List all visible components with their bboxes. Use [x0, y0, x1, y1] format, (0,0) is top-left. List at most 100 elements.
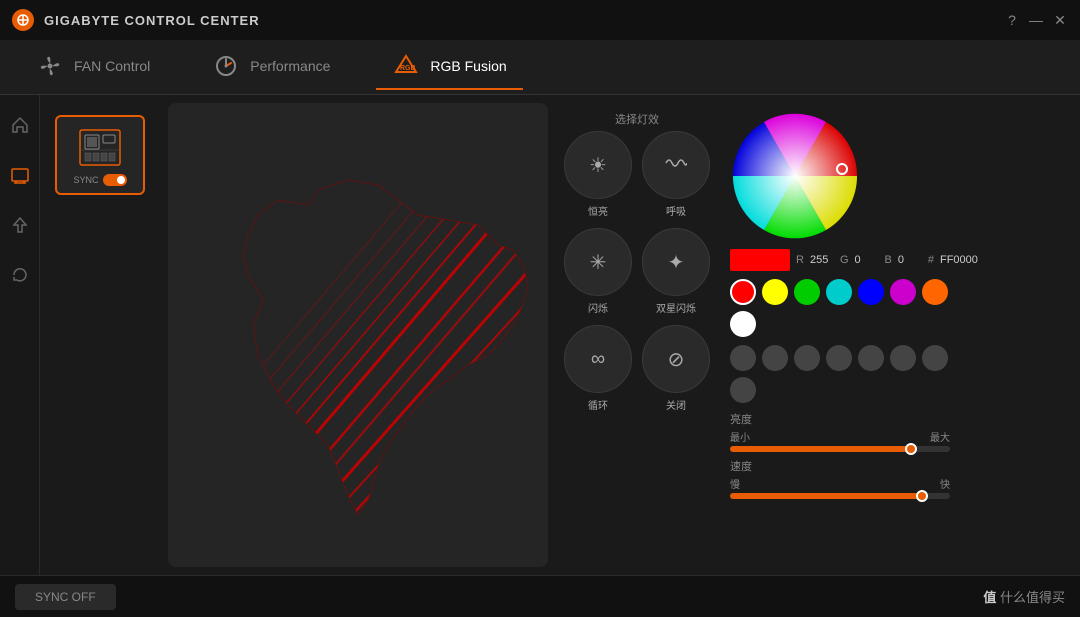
title-bar-controls: ? — ✕: [1004, 12, 1068, 28]
minimize-button[interactable]: —: [1028, 12, 1044, 28]
top-right-section: 选择灯效 ☀ 恒亮: [564, 111, 1060, 499]
sidebar-item-devices[interactable]: [5, 160, 35, 190]
cycle-label: 循环: [588, 397, 608, 412]
bottom-bar: SYNC OFF 值 什么值得买: [0, 575, 1080, 617]
brightness-min-label: 最小: [730, 429, 750, 444]
brightness-label: 亮度: [730, 411, 950, 427]
cycle-icon: ∞: [591, 348, 605, 371]
nav-tabs: FAN Control Performance RGB RGB Fusion: [0, 40, 1080, 95]
effects-column: 选择灯效 ☀ 恒亮: [564, 111, 710, 499]
color-wheel-svg: [730, 111, 860, 241]
rgb-row: R 255 G 0 B 0 # FF0000: [730, 249, 978, 271]
double-flash-icon: ✦: [668, 250, 685, 275]
color-wheel-container[interactable]: [730, 111, 860, 241]
swatch-gray-3[interactable]: [794, 345, 820, 371]
speed-max-label: 快: [940, 476, 950, 491]
effect-btn-flash[interactable]: ✳: [564, 228, 632, 296]
bottom-watermark: 值 什么值得买: [983, 587, 1065, 606]
g-label: G: [840, 254, 849, 266]
swatches-row-1: [730, 279, 950, 337]
brightness-max-label: 最大: [930, 429, 950, 444]
performance-icon: [212, 52, 240, 80]
swatch-gray-1[interactable]: [730, 345, 756, 371]
swatch-red[interactable]: [730, 279, 756, 305]
swatch-gray-6[interactable]: [890, 345, 916, 371]
bottom-brand-text: 什么值得买: [1000, 590, 1065, 605]
swatch-gray-4[interactable]: [826, 345, 852, 371]
preview-panel: [168, 103, 548, 567]
swatch-cyan[interactable]: [826, 279, 852, 305]
speed-min-label: 慢: [730, 476, 740, 491]
motherboard-icon: [75, 125, 125, 170]
constant-icon: ☀: [589, 153, 607, 178]
tab-performance[interactable]: Performance: [196, 44, 346, 90]
effect-btn-breathe[interactable]: [642, 131, 710, 199]
swatch-white[interactable]: [730, 311, 756, 337]
effect-grid: ☀ 恒亮 呼吸: [564, 131, 710, 412]
off-label: 关闭: [666, 397, 686, 412]
device-card-motherboard[interactable]: SYNC: [55, 115, 145, 195]
color-column: R 255 G 0 B 0 # FF0000: [730, 111, 978, 499]
sync-off-button[interactable]: SYNC OFF: [15, 584, 116, 610]
close-button[interactable]: ✕: [1052, 12, 1068, 28]
swatch-gray-5[interactable]: [858, 345, 884, 371]
sync-toggle[interactable]: [103, 174, 127, 186]
hex-label: #: [928, 254, 934, 266]
b-label: B: [885, 254, 892, 266]
title-bar-left: GIGABYTE CONTROL CENTER: [12, 9, 260, 31]
app-logo: [12, 9, 34, 31]
speed-slider-track[interactable]: [730, 493, 950, 499]
effect-btn-constant[interactable]: ☀: [564, 131, 632, 199]
swatch-purple[interactable]: [890, 279, 916, 305]
speed-label-row: 慢 快: [730, 476, 950, 491]
tab-rgb-label: RGB Fusion: [430, 58, 506, 74]
g-value: 0: [855, 254, 879, 266]
r-label: R: [796, 254, 804, 266]
app-title: GIGABYTE CONTROL CENTER: [44, 13, 260, 28]
slider-section: 亮度 最小 最大 速度: [730, 411, 950, 499]
tab-fan-label: FAN Control: [74, 58, 150, 74]
brightness-slider-track[interactable]: [730, 446, 950, 452]
speed-slider-fill: [730, 493, 928, 499]
swatches-row-2: [730, 345, 950, 403]
device-panel: SYNC: [40, 95, 160, 575]
sidebar: [0, 95, 40, 575]
brightness-slider-thumb[interactable]: [905, 443, 917, 455]
help-button[interactable]: ?: [1004, 12, 1020, 28]
tab-fan[interactable]: FAN Control: [20, 44, 166, 90]
effect-btn-cycle[interactable]: ∞: [564, 325, 632, 393]
effect-btn-double-flash[interactable]: ✦: [642, 228, 710, 296]
sidebar-item-refresh[interactable]: [5, 260, 35, 290]
brightness-slider-row: 亮度 最小 最大: [730, 411, 950, 452]
swatch-blue[interactable]: [858, 279, 884, 305]
swatch-gray-2[interactable]: [762, 345, 788, 371]
effect-btn-off[interactable]: ⊘: [642, 325, 710, 393]
double-flash-label: 双星闪烁: [656, 300, 696, 315]
main-layout: SYNC: [0, 95, 1080, 575]
swatch-green[interactable]: [794, 279, 820, 305]
swatch-gray-7[interactable]: [922, 345, 948, 371]
speed-slider-thumb[interactable]: [916, 490, 928, 502]
sync-label: SYNC: [73, 175, 98, 185]
hex-value: FF0000: [940, 254, 978, 266]
brightness-slider-fill: [730, 446, 917, 452]
constant-label: 恒亮: [588, 203, 608, 218]
b-value: 0: [898, 254, 922, 266]
breathe-label: 呼吸: [666, 203, 686, 218]
tab-rgb[interactable]: RGB RGB Fusion: [376, 44, 522, 90]
off-icon: ⊘: [668, 347, 685, 372]
title-bar: GIGABYTE CONTROL CENTER ? — ✕: [0, 0, 1080, 40]
sidebar-item-home[interactable]: [5, 110, 35, 140]
flash-icon: ✳: [590, 250, 607, 275]
brightness-label-row: 最小 最大: [730, 429, 950, 444]
swatch-gray-8[interactable]: [730, 377, 756, 403]
swatch-yellow[interactable]: [762, 279, 788, 305]
speed-label: 速度: [730, 458, 950, 474]
rgb-icon: RGB: [392, 52, 420, 80]
speed-slider-row: 速度 慢 快: [730, 458, 950, 499]
tab-performance-label: Performance: [250, 58, 330, 74]
sidebar-item-updates[interactable]: [5, 210, 35, 240]
r-value: 255: [810, 254, 834, 266]
color-preview-rect: [730, 249, 790, 271]
swatch-orange[interactable]: [922, 279, 948, 305]
